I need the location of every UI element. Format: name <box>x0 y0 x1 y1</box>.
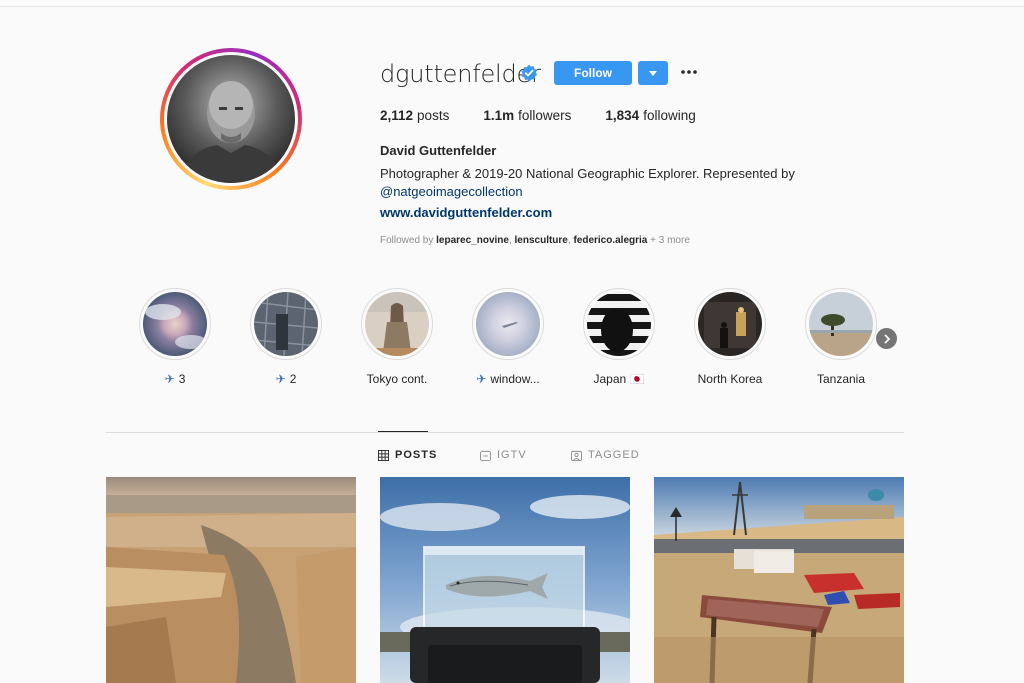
post-thumbnail[interactable] <box>106 477 356 683</box>
grid-icon <box>378 449 389 461</box>
tagged-icon <box>571 450 582 461</box>
tab-label: TAGGED <box>588 449 640 461</box>
profile-avatar[interactable] <box>160 48 302 190</box>
followed-by-more: + 3 more <box>650 235 690 246</box>
highlight-label: Tokyo cont. <box>366 372 428 386</box>
highlight-item[interactable]: Japan 🇯🇵 <box>564 288 674 386</box>
website-link[interactable]: www.davidguttenfelder.com <box>380 205 552 220</box>
avatar-photo <box>167 55 295 183</box>
top-divider <box>0 6 1024 7</box>
tab-label: IGTV <box>497 449 527 461</box>
airplane-icon: ✈ <box>275 372 286 386</box>
followers-label: followers <box>518 108 572 123</box>
highlight-label: Tanzania <box>816 372 866 386</box>
highlight-cover <box>365 292 429 356</box>
highlight-cover <box>809 292 873 356</box>
active-tab-indicator <box>378 431 428 432</box>
posts-label: posts <box>417 108 450 123</box>
followed-by[interactable]: Followed by leparec_novine, lensculture,… <box>380 235 690 246</box>
highlight-item[interactable]: ✈ window... <box>453 288 563 386</box>
suggested-dropdown-button[interactable] <box>638 61 668 85</box>
bio-mention-link[interactable]: @natgeoimagecollection <box>380 184 523 199</box>
caret-down-icon <box>649 70 657 76</box>
highlight-cover <box>587 292 651 356</box>
full-name: David Guttenfelder <box>380 143 497 158</box>
highlight-item[interactable]: ✈ 3 <box>120 288 230 386</box>
following-label: following <box>643 108 696 123</box>
bio-text: Photographer & 2019-20 National Geograph… <box>380 166 795 181</box>
chevron-right-icon <box>883 333 890 344</box>
following-count: 1,834 <box>605 108 640 123</box>
post-image <box>380 477 630 683</box>
post-thumbnail[interactable] <box>654 477 904 683</box>
highlights-next-button[interactable] <box>876 328 897 349</box>
profile-stats: 2,112 posts 1.1m followers 1,834 following <box>380 108 730 123</box>
avatar-portrait <box>177 81 285 183</box>
stat-posts: 2,112 posts <box>380 108 449 123</box>
airplane-icon: ✈ <box>164 372 175 386</box>
highlight-cover <box>698 292 762 356</box>
tab-tagged[interactable]: TAGGED <box>571 449 640 461</box>
highlight-item[interactable]: North Korea <box>675 288 785 386</box>
highlight-cover <box>476 292 540 356</box>
post-thumbnail[interactable] <box>380 477 630 683</box>
more-options-icon[interactable] <box>680 62 698 82</box>
stat-following[interactable]: 1,834 following <box>605 108 695 123</box>
followed-by-prefix: Followed by <box>380 235 434 246</box>
posts-count: 2,112 <box>380 108 414 123</box>
highlight-label: North Korea <box>697 372 763 386</box>
tab-label: POSTS <box>395 449 438 461</box>
follower-name: leparec_novine <box>436 235 509 246</box>
tabs-divider <box>106 432 904 433</box>
stat-followers[interactable]: 1.1m followers <box>483 108 571 123</box>
followers-count: 1.1m <box>483 108 515 123</box>
highlight-item[interactable]: ✈ 2 <box>231 288 341 386</box>
airplane-icon: ✈ <box>476 372 487 386</box>
highlight-cover <box>254 292 318 356</box>
highlight-item[interactable]: Tokyo cont. <box>342 288 452 386</box>
highlight-label: 2 <box>289 372 297 386</box>
highlight-label: window... <box>490 372 540 386</box>
username: dguttenfelder <box>380 60 541 88</box>
highlight-label: Japan 🇯🇵 <box>593 372 645 386</box>
highlight-label: 3 <box>178 372 186 386</box>
highlight-cover <box>143 292 207 356</box>
verified-badge-icon <box>521 64 537 82</box>
post-image <box>654 477 904 683</box>
tab-igtv[interactable]: IGTV <box>480 449 527 461</box>
post-image <box>106 477 356 683</box>
igtv-icon <box>480 450 491 461</box>
tab-posts[interactable]: POSTS <box>378 449 437 461</box>
follow-button[interactable]: Follow <box>554 61 632 85</box>
follower-name: federico.alegria <box>573 235 648 246</box>
follower-name: lensculture <box>514 235 568 246</box>
